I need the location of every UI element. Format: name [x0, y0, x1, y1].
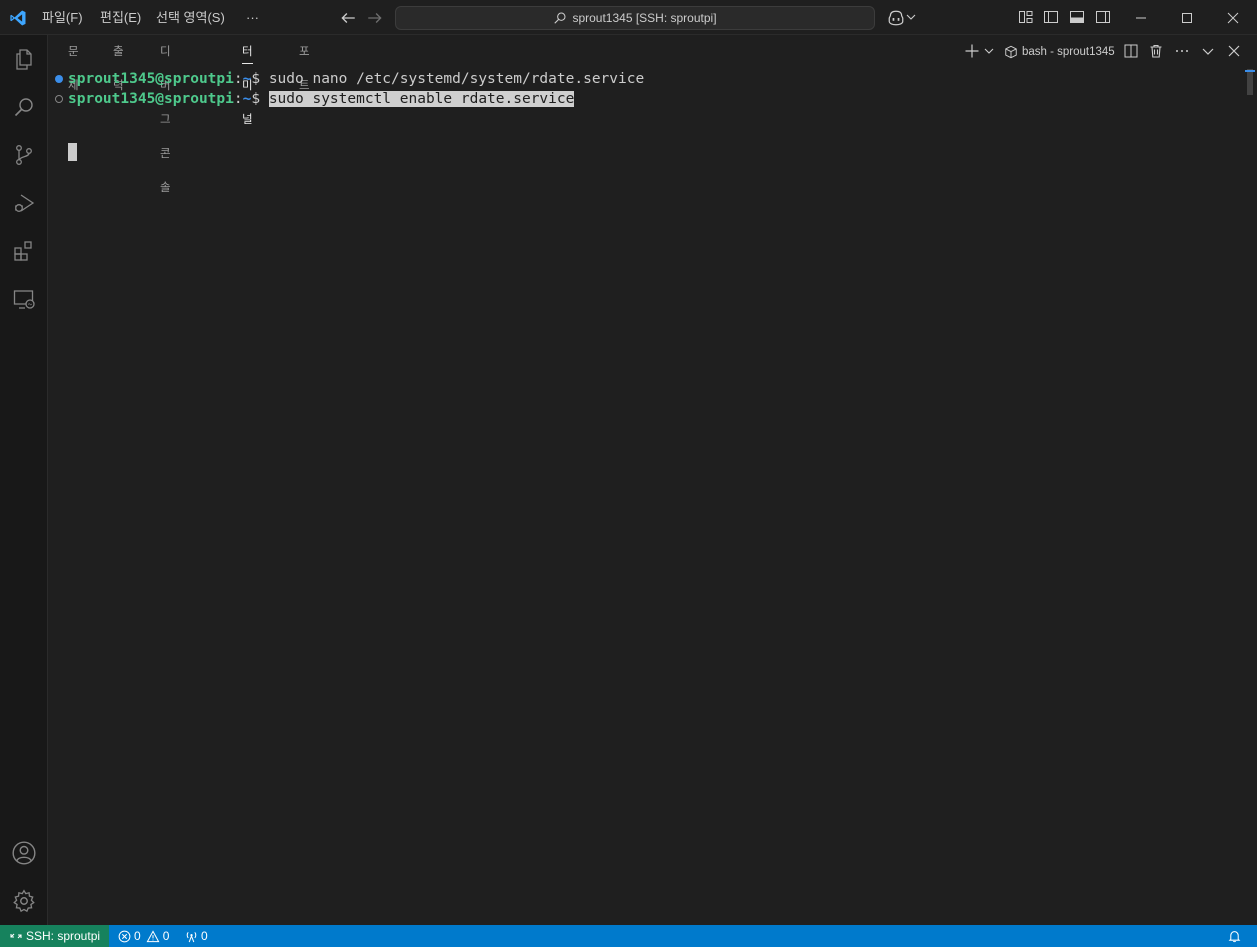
ports-count: 0 — [201, 929, 208, 943]
chevron-down-icon[interactable] — [905, 9, 917, 25]
chevron-down-icon[interactable] — [983, 43, 995, 59]
command-center-label: sprout1345 [SSH: sproutpi] — [572, 11, 717, 25]
tab-terminal[interactable]: 터미널 — [242, 35, 253, 126]
terminal-cursor — [68, 143, 77, 161]
back-arrow-icon[interactable] — [339, 9, 357, 27]
terminal-line: sprout1345@sproutpi:~$ sudo nano /etc/sy… — [68, 69, 644, 89]
gear-icon — [13, 889, 35, 913]
remote-indicator[interactable]: SSH: sproutpi — [0, 925, 109, 947]
command-decoration-pending-icon[interactable] — [55, 95, 63, 103]
command-decoration-success-icon[interactable] — [55, 75, 63, 83]
problems-indicator[interactable]: 0 0 — [118, 925, 169, 947]
forward-arrow-icon[interactable] — [366, 9, 384, 27]
terminal-line: sprout1345@sproutpi:~$ sudo systemctl en… — [68, 89, 575, 109]
remote-icon — [10, 933, 22, 939]
extensions-button[interactable] — [0, 227, 48, 275]
files-icon — [16, 49, 32, 70]
terminal-instance-selector[interactable]: bash - sprout1345 — [1004, 43, 1115, 61]
terminal-scrollbar[interactable] — [1243, 69, 1257, 925]
remote-explorer-button[interactable] — [0, 275, 48, 323]
tab-output[interactable]: 출력 — [113, 35, 124, 92]
toggle-primary-sidebar-icon[interactable] — [1043, 9, 1059, 25]
error-count: 0 — [134, 929, 141, 943]
terminal-output[interactable]: sprout1345@sproutpi:~$ sudo nano /etc/sy… — [54, 69, 1244, 919]
maximize-icon — [1182, 12, 1192, 23]
minimize-button[interactable] — [1118, 0, 1164, 35]
title-bar: 파일(F) 편집(E) 선택 영역(S) ··· sprout1345 [SSH… — [0, 0, 1257, 35]
prompt-separator: : — [233, 71, 243, 87]
manage-button[interactable] — [0, 877, 48, 925]
run-debug-icon — [15, 194, 35, 212]
customize-layout-icon[interactable] — [1018, 9, 1034, 25]
radio-tower-icon — [186, 931, 197, 942]
toggle-panel-icon[interactable] — [1069, 9, 1085, 25]
tab-ports[interactable]: 포트 — [299, 35, 310, 92]
command-center-search[interactable]: sprout1345 [SSH: sproutpi] — [395, 6, 875, 30]
source-control-button[interactable] — [0, 131, 48, 179]
menu-edit[interactable]: 편집(E) — [94, 0, 147, 35]
prompt-user: sprout1345@sproutpi — [68, 91, 234, 107]
selected-command-text: sudo systemctl enable rdate.service — [268, 91, 575, 107]
scrollbar-marker — [1245, 70, 1255, 72]
extensions-icon — [14, 241, 32, 261]
warning-count: 0 — [162, 929, 170, 943]
remote-explorer-icon — [13, 290, 35, 309]
vscode-logo-icon[interactable] — [9, 9, 27, 27]
activity-bar — [0, 35, 48, 925]
command-text: sudo nano /etc/systemd/system/rdate.serv… — [268, 71, 645, 87]
close-panel-icon[interactable] — [1226, 43, 1242, 59]
tab-problems[interactable]: 문제 — [68, 35, 79, 92]
menu-more[interactable]: ··· — [240, 0, 265, 35]
source-control-icon — [16, 145, 32, 165]
new-terminal-icon[interactable] — [964, 43, 980, 59]
terminal-panel: 문제 출력 디버그 콘솔 터미널 포트 bash - sprout1345 sp… — [48, 35, 1257, 925]
close-window-button[interactable] — [1210, 0, 1256, 35]
prompt-separator: : — [233, 91, 243, 107]
prompt-user: sprout1345@sproutpi — [68, 71, 234, 87]
minimize-icon — [1136, 17, 1146, 18]
menu-selection[interactable]: 선택 영역(S) — [150, 0, 231, 35]
scrollbar-thumb[interactable] — [1247, 69, 1253, 95]
copilot-icon[interactable] — [887, 9, 905, 27]
accounts-button[interactable] — [0, 829, 48, 877]
warning-icon — [146, 929, 160, 942]
split-terminal-icon[interactable] — [1123, 43, 1139, 59]
maximize-panel-chevron-icon[interactable] — [1200, 43, 1216, 59]
close-icon — [1227, 12, 1239, 23]
status-bar: SSH: sproutpi 0 0 0 — [0, 925, 1257, 947]
more-actions-icon[interactable] — [1174, 43, 1190, 59]
run-debug-button[interactable] — [0, 179, 48, 227]
explorer-button[interactable] — [0, 35, 48, 83]
ports-indicator[interactable]: 0 — [185, 925, 208, 947]
error-icon — [118, 930, 131, 942]
search-icon — [14, 98, 33, 117]
toggle-secondary-sidebar-icon[interactable] — [1095, 9, 1111, 25]
prompt-dollar: $ — [251, 91, 269, 107]
search-icon — [554, 12, 566, 24]
prompt-dollar: $ — [251, 71, 269, 87]
remote-label: SSH: sproutpi — [26, 929, 101, 943]
trash-icon[interactable] — [1148, 43, 1164, 59]
account-icon — [12, 841, 36, 865]
terminal-box-icon — [1005, 45, 1017, 59]
menu-file[interactable]: 파일(F) — [36, 0, 89, 35]
search-button[interactable] — [0, 83, 48, 131]
tab-debug-console[interactable]: 디버그 콘솔 — [160, 35, 171, 194]
terminal-name-label: bash - sprout1345 — [1022, 46, 1115, 58]
bell-icon — [1228, 931, 1241, 943]
notifications-button[interactable] — [1228, 925, 1241, 947]
maximize-button[interactable] — [1164, 0, 1210, 35]
